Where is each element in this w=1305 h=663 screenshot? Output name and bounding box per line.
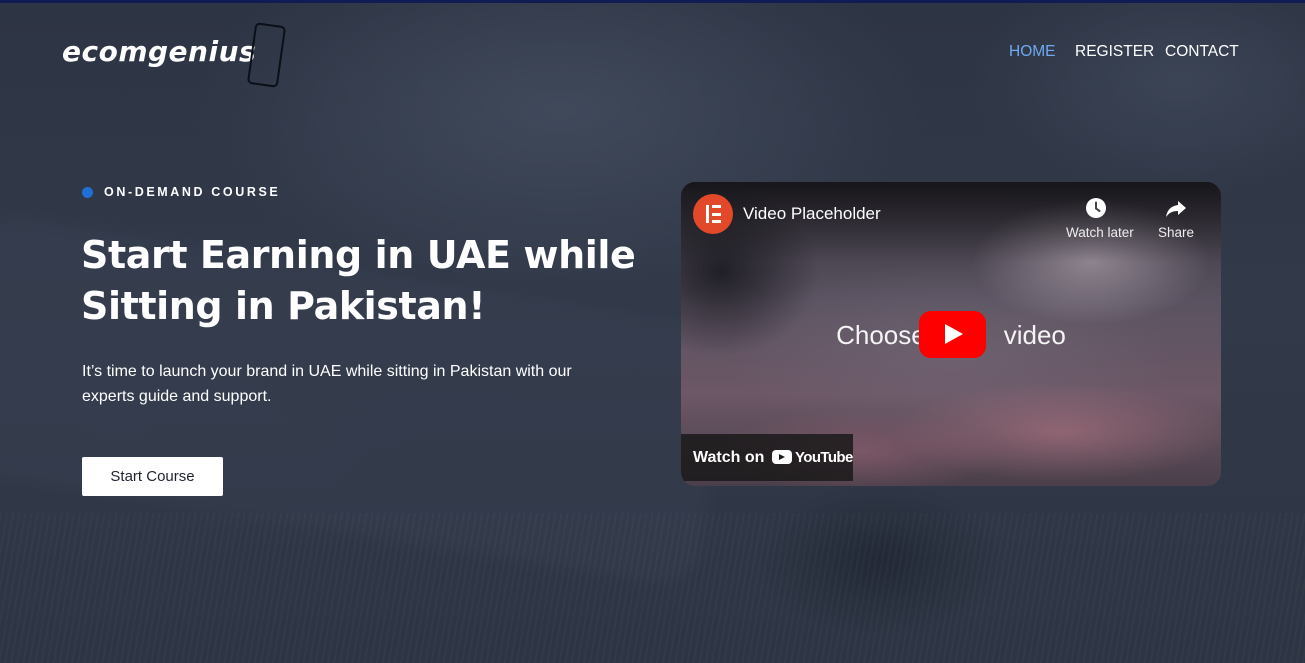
youtube-icon xyxy=(772,450,792,464)
video-title[interactable]: Video Placeholder xyxy=(743,204,881,224)
eyebrow-dot-icon xyxy=(82,187,93,198)
start-course-button[interactable]: Start Course xyxy=(82,457,223,496)
nav-item-home[interactable]: HOME xyxy=(1009,43,1056,61)
share-icon xyxy=(1166,201,1186,217)
play-icon xyxy=(945,324,963,344)
youtube-wordmark: YouTube xyxy=(795,449,853,466)
nav-item-register[interactable]: REGISTER xyxy=(1075,43,1154,61)
share-button[interactable]: Share xyxy=(1146,194,1206,244)
logo-phone-icon xyxy=(246,22,287,88)
video-embed[interactable]: Video Placeholder Watch later Share Choo… xyxy=(681,182,1221,486)
top-border xyxy=(0,0,1305,3)
nav-item-contact[interactable]: CONTACT xyxy=(1165,43,1239,61)
elementor-icon[interactable] xyxy=(693,194,733,234)
hero-headline: Start Earning in UAE while Sitting in Pa… xyxy=(81,230,641,332)
center-text-before: Choose xyxy=(836,320,926,350)
watch-on-label: Watch on xyxy=(693,449,765,466)
site-logo[interactable]: ecomgenius xyxy=(62,22,294,88)
play-button[interactable] xyxy=(919,311,986,358)
watch-on-youtube-button[interactable]: Watch on YouTube xyxy=(681,434,853,481)
watch-later-label: Watch later xyxy=(1066,225,1134,240)
headline-line-2: Sitting in Pakistan! xyxy=(81,284,486,328)
logo-text: ecomgenius xyxy=(62,35,257,68)
watch-later-button[interactable]: Watch later xyxy=(1066,194,1134,244)
clock-icon xyxy=(1086,198,1106,218)
background-texture xyxy=(0,513,1305,663)
headline-line-1: Start Earning in UAE while xyxy=(81,233,636,277)
share-label: Share xyxy=(1157,225,1195,240)
center-text-after: video xyxy=(1003,320,1066,350)
eyebrow-label: ON-DEMAND COURSE xyxy=(104,185,281,199)
hero-subtext: It’s time to launch your brand in UAE wh… xyxy=(82,363,572,405)
